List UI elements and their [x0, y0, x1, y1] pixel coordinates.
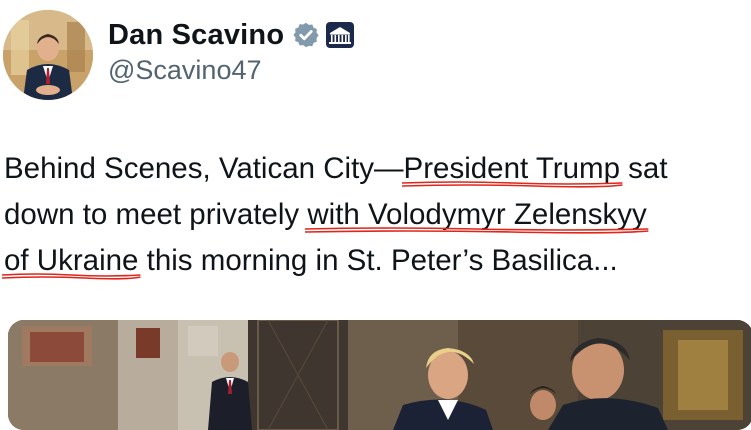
- tweet-line-1: Behind Scenes, Vatican City—President Tr…: [4, 146, 749, 192]
- tweet-text-segment: this morning in St. Peter’s Basilica...: [138, 244, 618, 277]
- basilica-meeting-photo: [8, 320, 751, 430]
- tweet-line-2: down to meet privately with Volodymyr Ze…: [4, 192, 749, 238]
- tweet-line-3: of Ukraine this morning in St. Peter’s B…: [4, 238, 749, 284]
- avatar-photo: [3, 10, 93, 100]
- red-underline-mark: [402, 179, 622, 189]
- red-underline-mark: [2, 271, 140, 281]
- author-avatar[interactable]: [3, 10, 93, 100]
- author-name-row: Dan Scavino: [108, 15, 355, 55]
- red-underline-mark: [305, 225, 648, 235]
- tweet-text-segment: sat: [619, 152, 668, 185]
- tweet-text-segment: down to meet privately: [4, 198, 308, 231]
- tweet-text: Behind Scenes, Vatican City—President Tr…: [4, 146, 749, 284]
- tweet-media-photo[interactable]: [8, 320, 751, 430]
- tweet-text-segment: Behind Scenes, Vatican City—: [4, 152, 404, 185]
- author-handle[interactable]: @Scavino47: [108, 55, 262, 86]
- underlined-phrase: of Ukraine: [4, 244, 138, 277]
- verified-badge-icon[interactable]: [292, 21, 320, 49]
- author-name[interactable]: Dan Scavino: [108, 19, 284, 52]
- underlined-phrase: with Volodymyr Zelenskyy: [307, 198, 646, 231]
- white-house-icon[interactable]: [326, 22, 355, 48]
- underlined-phrase: President Trump: [404, 152, 620, 185]
